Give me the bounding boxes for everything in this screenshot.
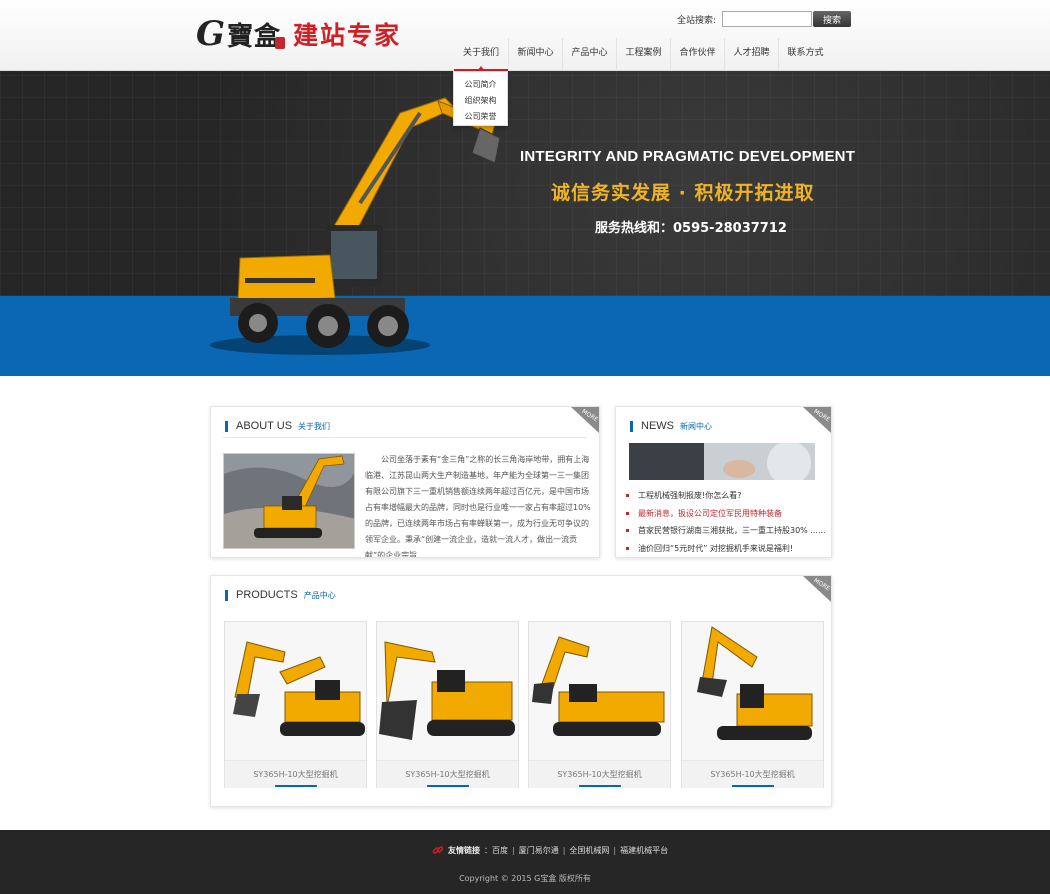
products-panel: PRODUCTS 产品中心 MORE SY365H-10大型挖掘机 SY365H… — [210, 575, 832, 807]
products-title-cn: 产品中心 — [303, 590, 336, 600]
logo-seal-icon — [275, 37, 286, 49]
footer-link[interactable]: 全国机械网 — [569, 845, 609, 856]
dropdown-item-intro[interactable]: 公司简介 — [454, 77, 507, 93]
site-search: 全站搜索: 搜索 — [677, 11, 852, 27]
about-title-en: ABOUT US — [236, 420, 293, 432]
news-title: NEWS 新闻中心 — [630, 419, 712, 433]
excavator-image — [225, 622, 366, 760]
site-header: G 寶盒 建站专家 全站搜索: 搜索 关于我们 新闻中心 产品中心 工程案例 合… — [0, 0, 1050, 71]
about-title-cn: 关于我们 — [298, 421, 331, 431]
banner-english-slogan: INTEGRITY AND PRAGMATIC DEVELOPMENT — [520, 148, 856, 165]
divider — [223, 437, 587, 438]
product-name: SY365H-10大型挖掘机 — [529, 760, 670, 788]
dropdown-item-honors[interactable]: 公司荣誉 — [454, 109, 507, 125]
link-separator: | — [562, 845, 566, 855]
copyright: Copyright © 2015 G宝盒 版权所有 — [459, 874, 591, 883]
about-description: 公司坐落于素有“金三角”之称的长三角海岸地带，拥有上海临港、江苏昆山两大生产制造… — [365, 455, 591, 558]
news-title-en: NEWS — [641, 420, 674, 432]
about-title: ABOUT US 关于我们 — [225, 419, 330, 433]
news-title-cn: 新闻中心 — [680, 421, 712, 431]
product-card[interactable]: SY365H-10大型挖掘机 — [224, 621, 367, 788]
logo-g-mark: G — [196, 14, 226, 54]
news-item[interactable]: 最新消息，扳设公司定位军民用特种装备 — [626, 505, 826, 523]
footer-link[interactable]: 福建机械平台 — [620, 845, 668, 856]
news-item[interactable]: 工程机械强制报废!你怎么看? — [626, 487, 826, 505]
bullet-icon — [626, 546, 629, 550]
title-bar-icon — [225, 589, 228, 601]
banner-blue-band — [0, 296, 1050, 376]
nav-item-partners[interactable]: 合作伙伴 — [670, 38, 724, 71]
nav-item-contact[interactable]: 联系方式 — [778, 38, 832, 71]
footer-link[interactable]: 厦门易尔通 — [519, 845, 559, 856]
main-nav: 关于我们 新闻中心 产品中心 工程案例 合作伙伴 人才招聘 联系方式 — [454, 38, 832, 71]
news-item[interactable]: 油价回归“5元时代” 对挖掘机手来说是福利! — [626, 540, 826, 558]
product-underline — [579, 785, 621, 787]
product-name: SY365H-10大型挖掘机 — [682, 760, 823, 788]
nav-item-cases[interactable]: 工程案例 — [616, 38, 670, 71]
banner-chinese-slogan: 诚信务实发展 · 积极开拓进取 — [551, 182, 815, 204]
banner-hotline: 服务热线和：0595-28037712 — [595, 221, 787, 236]
site-footer: 友情链接 ：百度 | 厦门易尔通 | 全国机械网 | 福建机械平台 Copyri… — [0, 830, 1050, 894]
logo-bao-text: 寶盒 — [227, 21, 282, 52]
more-corner-link[interactable]: MORE — [557, 407, 599, 433]
site-logo[interactable]: G 寶盒 建站专家 — [196, 14, 402, 54]
excavator-image — [682, 622, 823, 760]
news-list: 工程机械强制报废!你怎么看? 最新消息，扳设公司定位军民用特种装备 首家民营银行… — [626, 487, 826, 557]
friend-links-label: 友情链接 — [448, 845, 480, 855]
bullet-icon — [626, 529, 629, 533]
nav-item-news[interactable]: 新闻中心 — [508, 38, 562, 71]
title-bar-icon — [225, 420, 228, 432]
products-title-en: PRODUCTS — [236, 589, 298, 601]
product-name: SY365H-10大型挖掘机 — [377, 760, 518, 788]
title-bar-icon — [630, 420, 633, 432]
link-separator: | — [613, 845, 617, 855]
news-panel: NEWS 新闻中心 MORE 工程机械强制报废!你怎么看? 最新消息，扳设公司定… — [615, 406, 832, 558]
link-separator: | — [512, 845, 515, 855]
link-chain-icon — [432, 846, 444, 854]
bullet-icon — [626, 494, 629, 498]
products-title: PRODUCTS 产品中心 — [225, 588, 336, 602]
nav-item-about[interactable]: 关于我们 — [454, 38, 508, 71]
product-underline — [427, 785, 469, 787]
banner-blueprint-background — [0, 71, 1050, 296]
about-dropdown-menu: 公司简介 组织架构 公司荣誉 — [453, 71, 508, 126]
product-underline — [732, 785, 774, 787]
excavator-image — [529, 622, 670, 760]
about-excavator-photo — [223, 453, 355, 549]
product-card[interactable]: SY365H-10大型挖掘机 — [528, 621, 671, 788]
search-label: 全站搜索: — [677, 15, 717, 26]
product-underline — [275, 785, 317, 787]
product-name: SY365H-10大型挖掘机 — [225, 760, 366, 788]
nav-item-products[interactable]: 产品中心 — [562, 38, 616, 71]
about-panel: ABOUT US 关于我们 MORE 公司坐落于素有“金三角”之称的长三角海岸地… — [210, 406, 600, 558]
product-card[interactable]: SY365H-10大型挖掘机 — [376, 621, 519, 788]
search-button[interactable]: 搜索 — [813, 11, 852, 27]
dropdown-item-structure[interactable]: 组织架构 — [454, 93, 507, 109]
nav-item-jobs[interactable]: 人才招聘 — [724, 38, 778, 71]
news-banner-image — [629, 443, 815, 480]
footer-link[interactable]: ：百度 — [484, 845, 508, 856]
search-input[interactable] — [722, 11, 813, 27]
excavator-image — [377, 622, 518, 760]
more-corner-link[interactable]: MORE — [789, 407, 831, 433]
news-item[interactable]: 首家民营银行湖南三湘获批，三一重工持股30% ...... — [626, 522, 826, 540]
product-card[interactable]: SY365H-10大型挖掘机 — [681, 621, 824, 788]
bullet-icon — [626, 511, 629, 515]
logo-slogan: 建站专家 — [293, 21, 402, 50]
hero-banner: INTEGRITY AND PRAGMATIC DEVELOPMENT 诚信务实… — [0, 71, 1050, 376]
friend-links: 友情链接 ：百度 | 厦门易尔通 | 全国机械网 | 福建机械平台 — [432, 844, 668, 856]
more-corner-link[interactable]: MORE — [789, 576, 831, 602]
